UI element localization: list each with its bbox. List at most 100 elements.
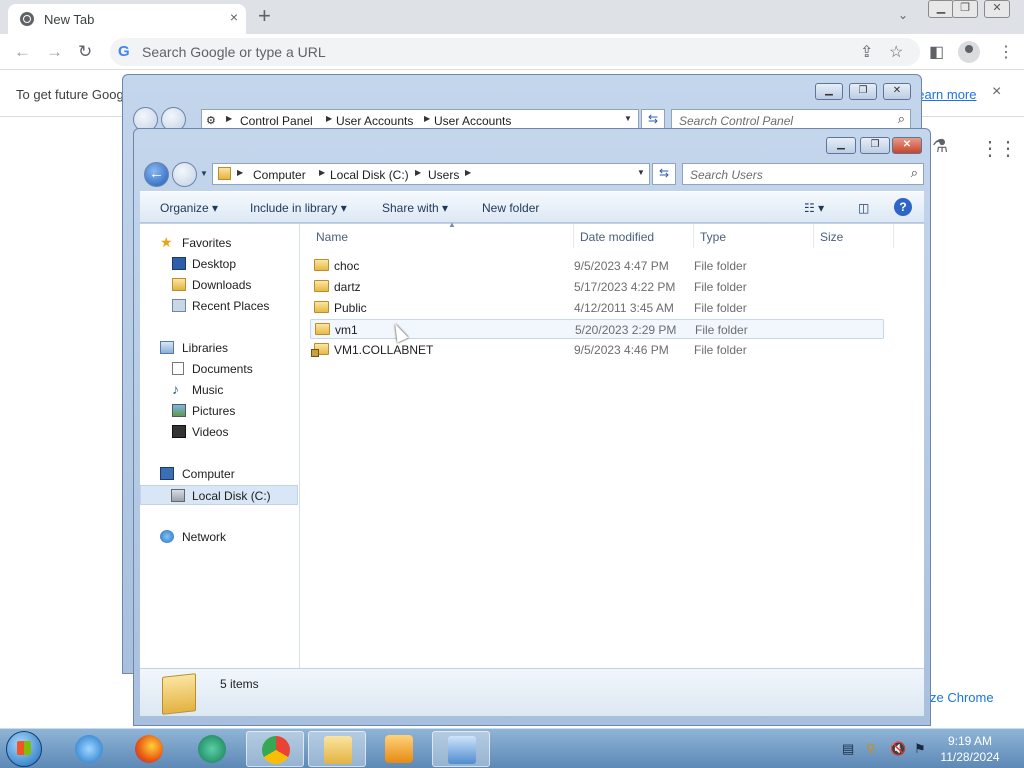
nav-documents[interactable]: Documents [140, 359, 298, 379]
share-icon[interactable]: ⇪ [860, 42, 873, 62]
recent-pages-chevron-icon[interactable]: ▼ [200, 169, 208, 178]
forward-arrow-icon[interactable]: → [46, 42, 63, 62]
taskbar-internet-explorer[interactable] [60, 731, 118, 767]
start-button[interactable] [6, 731, 42, 767]
address-bar[interactable]: ▶ Computer ▶ Local Disk (C:) ▶ Users ▶ ▼ [212, 163, 650, 185]
crumb-arrow-icon: ▶ [465, 168, 472, 177]
minimize-button[interactable]: ▁ [826, 137, 856, 154]
help-icon[interactable]: ? [894, 198, 912, 216]
tab-new-tab[interactable]: New Tab × [8, 4, 246, 34]
side-panel-icon[interactable]: ◧ [929, 42, 944, 62]
labs-flask-icon[interactable]: ⚗ [932, 136, 948, 157]
folder-icon [314, 280, 329, 292]
folder-icon [218, 167, 231, 180]
crumb-computer[interactable]: Computer [253, 168, 306, 182]
back-arrow-icon[interactable]: ← [144, 162, 169, 187]
taskbar-media-player[interactable] [370, 731, 428, 767]
hard-disk-icon [171, 489, 185, 502]
file-date: 9/5/2023 4:46 PM [574, 343, 669, 357]
share-with-button[interactable]: Share with ▾ [382, 201, 448, 215]
nav-music[interactable]: ♪ Music [140, 380, 298, 400]
control-panel-icon [448, 736, 476, 764]
tray-search-icon[interactable]: ⚲ [866, 741, 876, 757]
nav-libraries[interactable]: Libraries [140, 338, 298, 358]
nav-downloads[interactable]: Downloads [140, 275, 298, 295]
forward-arrow-icon[interactable] [172, 162, 197, 187]
search-input[interactable] [690, 167, 890, 182]
crumb-users[interactable]: Users [428, 168, 459, 182]
back-arrow-icon[interactable]: ← [14, 42, 31, 62]
maximize-button[interactable]: ❐ [860, 137, 890, 154]
infobar-close-icon[interactable]: × [992, 83, 1001, 101]
firefox-icon [135, 735, 163, 763]
customize-chrome-link[interactable]: ze Chrome [930, 690, 994, 705]
nav-desktop[interactable]: Desktop [140, 254, 298, 274]
tray-volume-muted-icon[interactable]: 🔇 [890, 741, 906, 757]
file-row-vm1-collabnet[interactable]: VM1.COLLABNET 9/5/2023 4:46 PM File fold… [310, 340, 884, 360]
nav-label: Libraries [182, 341, 229, 355]
chevron-down-icon[interactable]: ▼ [637, 168, 645, 177]
cp-crumb-user-accounts-2[interactable]: User Accounts [434, 114, 511, 128]
crumb-arrow-icon: ▶ [415, 168, 422, 177]
new-tab-button[interactable]: + [258, 4, 271, 28]
column-header-name[interactable]: Name ▲ [310, 220, 574, 248]
file-type: File folder [694, 259, 747, 273]
crumb-arrow-icon: ▶ [237, 168, 244, 177]
nav-pictures[interactable]: Pictures [140, 401, 298, 421]
system-clock[interactable]: 9:19 AM 11/28/2024 [930, 733, 1010, 765]
file-row-dartz[interactable]: dartz 5/17/2023 4:22 PM File folder [310, 277, 884, 297]
chrome-minimize-button[interactable]: ▁ [928, 0, 954, 18]
nav-label: Recent Places [192, 299, 270, 313]
bookmark-star-icon[interactable]: ☆ [889, 42, 903, 62]
file-row-choc[interactable]: choc 9/5/2023 4:47 PM File folder [310, 256, 884, 276]
include-in-library-button[interactable]: Include in library ▾ [250, 201, 347, 215]
taskbar-app-chat[interactable] [183, 731, 241, 767]
taskbar-firefox[interactable] [120, 731, 178, 767]
search-box[interactable]: ⌕ [682, 163, 924, 185]
column-header-date[interactable]: Date modified [574, 224, 694, 248]
chrome-menu-icon[interactable]: ⋮ [998, 42, 1014, 62]
omnibox-input[interactable] [142, 42, 842, 62]
crumb-arrow-icon: ▶ [319, 168, 326, 177]
change-view-icon[interactable]: ☷ ▾ [804, 201, 824, 215]
nav-videos[interactable]: Videos [140, 422, 298, 442]
crumb-local-disk[interactable]: Local Disk (C:) [330, 168, 409, 182]
chevron-down-icon[interactable]: ▼ [624, 114, 632, 123]
taskbar-explorer[interactable] [308, 731, 366, 767]
column-header-size[interactable]: Size [814, 224, 894, 248]
navigation-pane: ★ Favorites Desktop Downloads Recent Pla… [140, 224, 300, 668]
nav-local-disk[interactable]: Local Disk (C:) [140, 485, 298, 505]
reload-icon[interactable]: ↻ [78, 42, 92, 62]
tray-action-center-flag-icon[interactable]: ⚑ [914, 741, 926, 757]
organize-button[interactable]: Organize ▾ [160, 201, 218, 215]
cp-crumb-user-accounts[interactable]: User Accounts [336, 114, 413, 128]
google-apps-icon[interactable]: ⋮⋮⋮ [980, 136, 1024, 161]
refresh-icon[interactable]: ⇆ [652, 163, 676, 185]
cp-search-input[interactable] [679, 113, 879, 128]
cp-minimize-button[interactable]: ▁ [815, 83, 843, 100]
close-button[interactable]: ✕ [892, 137, 922, 154]
tab-search-icon[interactable]: ⌄ [898, 8, 908, 22]
cp-maximize-button[interactable]: ❐ [849, 83, 877, 100]
profile-avatar-icon[interactable] [958, 41, 980, 63]
nav-favorites[interactable]: ★ Favorites [140, 233, 298, 253]
preview-pane-icon[interactable]: ◫ [858, 201, 869, 215]
tray-network-icon[interactable]: ▤ [842, 741, 854, 757]
nav-computer[interactable]: Computer [140, 464, 298, 484]
chrome-close-button[interactable]: ✕ [984, 0, 1010, 18]
infobar-message: To get future Goog [16, 87, 124, 102]
new-folder-button[interactable]: New folder [482, 201, 539, 215]
taskbar-control-panel[interactable] [432, 731, 490, 767]
file-row-public[interactable]: Public 4/12/2011 3:45 AM File folder [310, 298, 884, 318]
nav-recent-places[interactable]: Recent Places [140, 296, 298, 316]
file-name: choc [334, 259, 360, 273]
omnibox[interactable]: G [110, 38, 920, 66]
taskbar-chrome[interactable] [246, 731, 304, 767]
file-name: vm1 [335, 323, 358, 337]
column-header-type[interactable]: Type [694, 224, 814, 248]
nav-network[interactable]: Network [140, 527, 298, 547]
cp-crumb-control-panel[interactable]: Control Panel [240, 114, 313, 128]
tab-close-icon[interactable]: × [230, 9, 238, 25]
chrome-restore-button[interactable]: ❐ [952, 0, 978, 18]
cp-close-button[interactable]: ✕ [883, 83, 911, 100]
